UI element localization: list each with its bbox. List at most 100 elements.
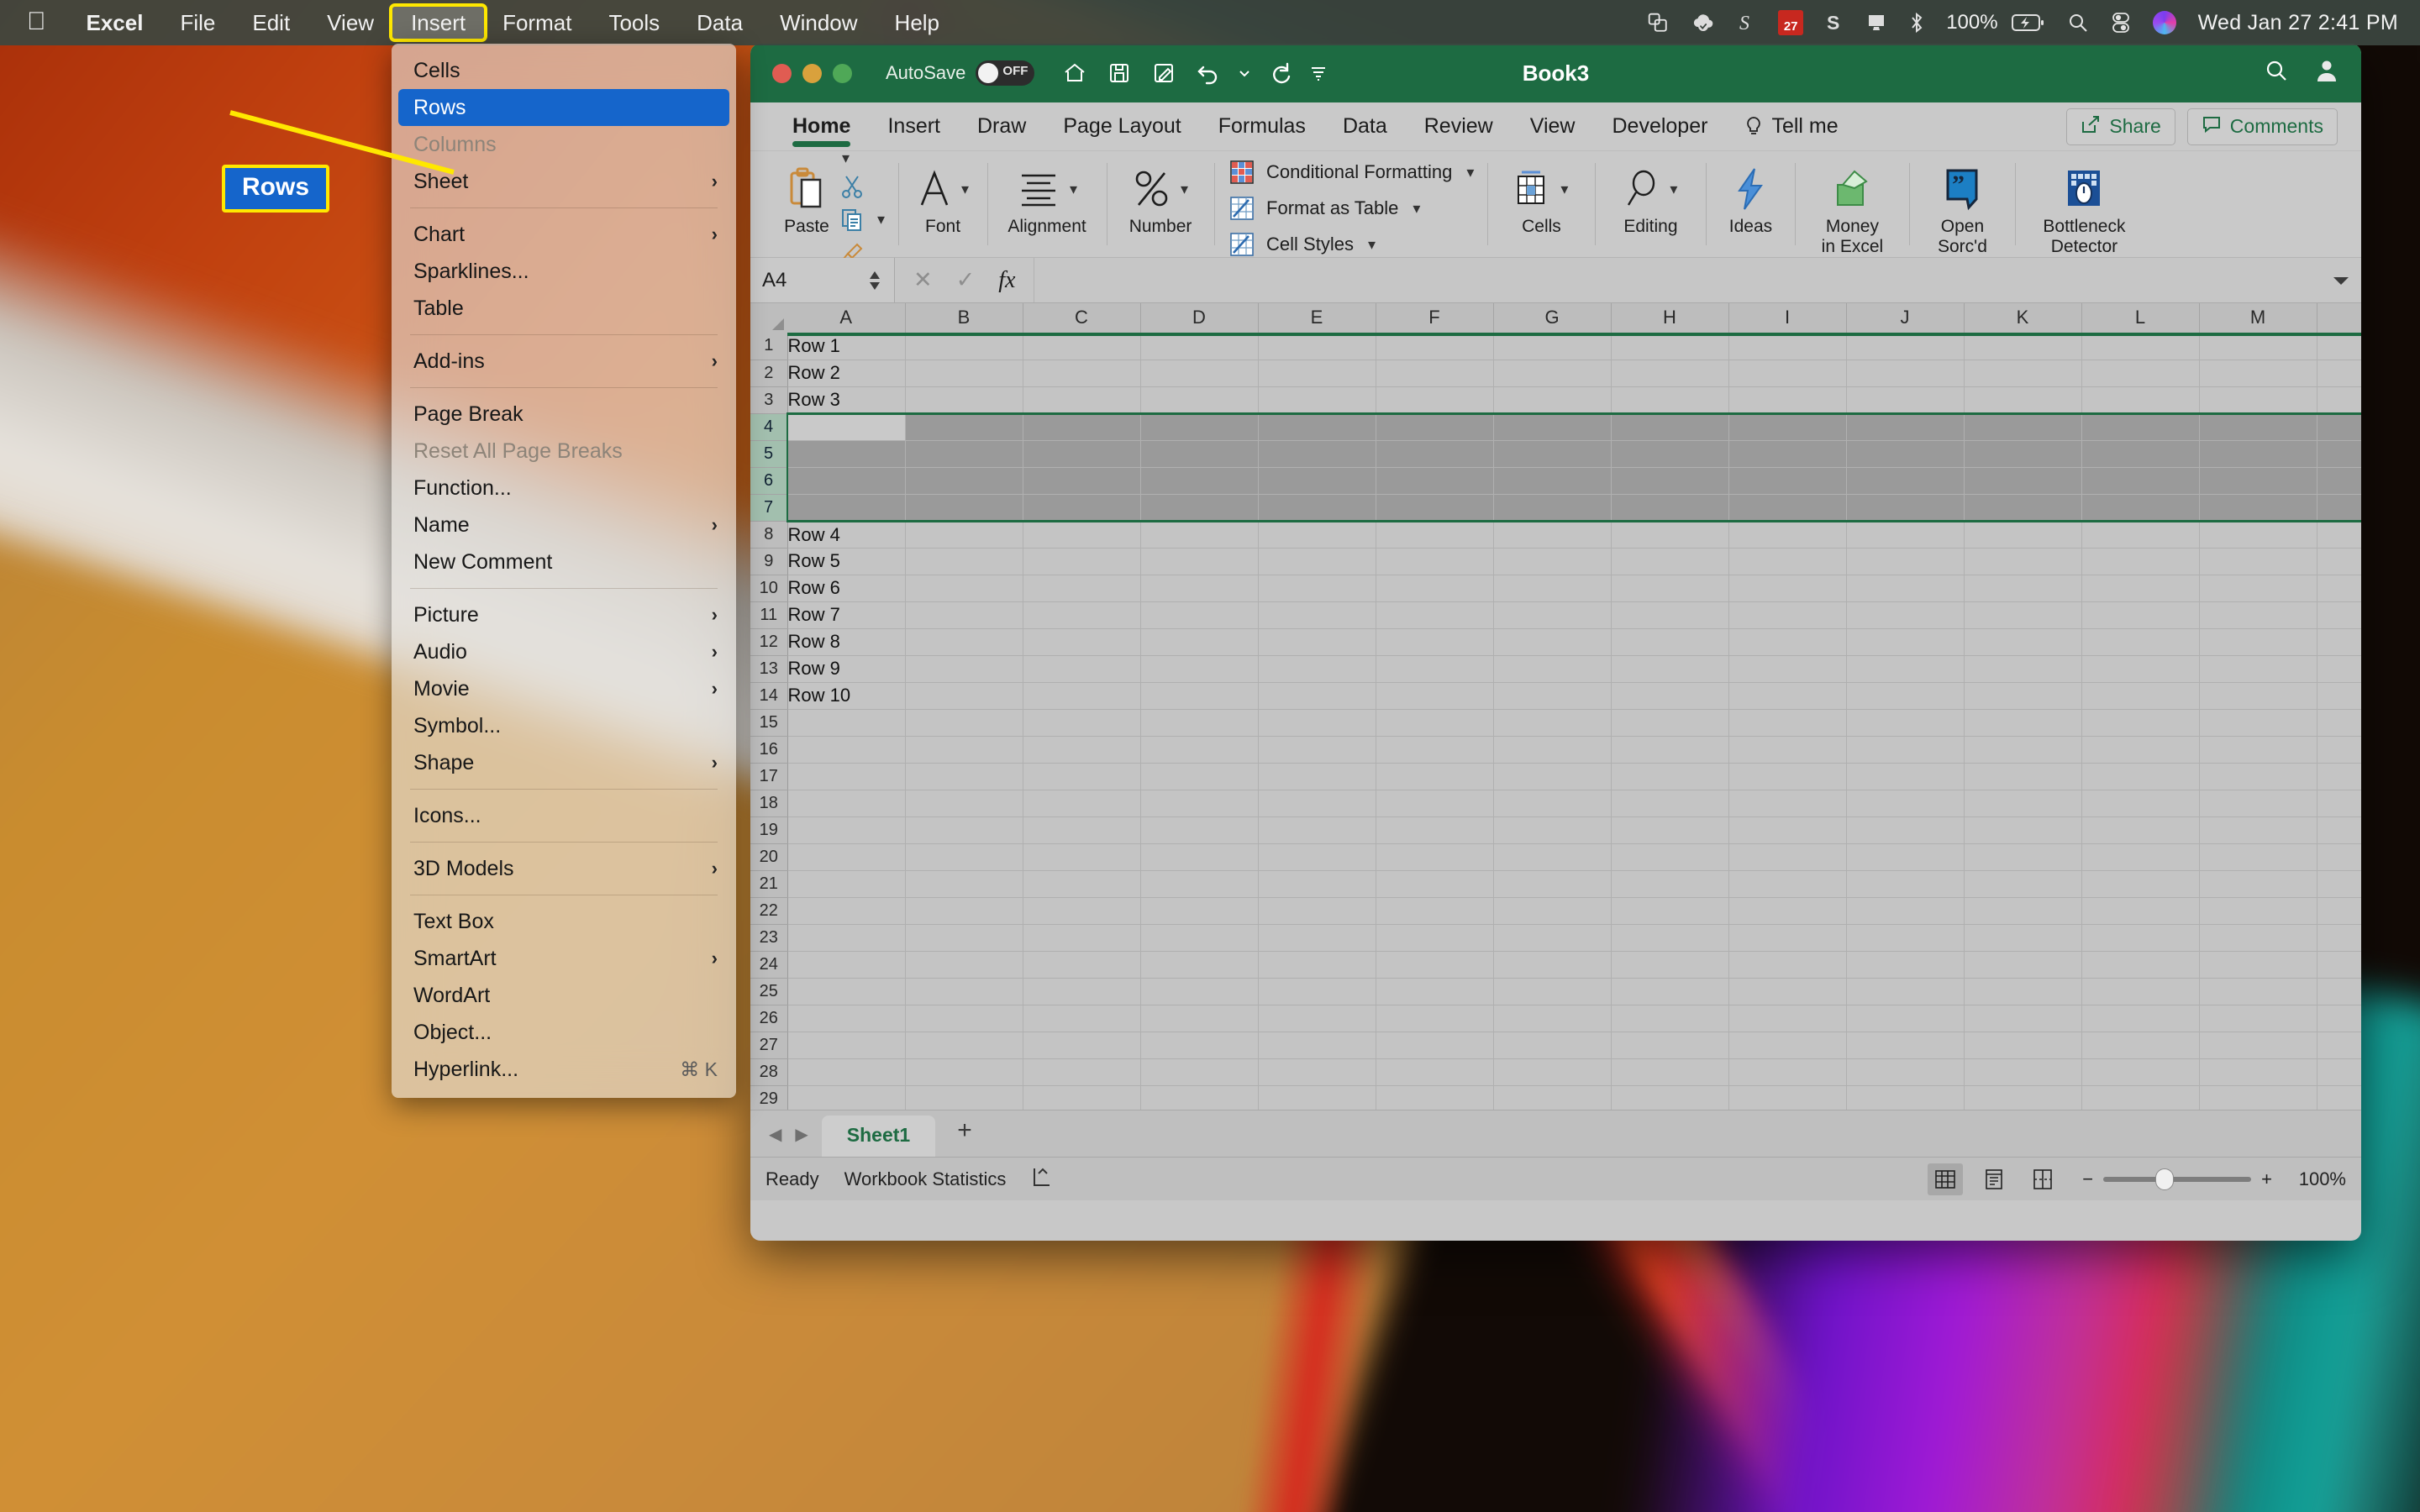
cell-H9[interactable] (1611, 548, 1729, 575)
cell-H2[interactable] (1611, 360, 1729, 387)
cell-D7[interactable] (1140, 494, 1259, 522)
cell-D19[interactable] (1140, 816, 1259, 844)
cell-B23[interactable] (905, 924, 1023, 952)
minimize-window-button[interactable] (802, 63, 822, 83)
cell-M19[interactable] (2199, 816, 2317, 844)
cell-F16[interactable] (1376, 736, 1494, 764)
cell-D24[interactable] (1140, 951, 1259, 979)
cell-J25[interactable] (1846, 978, 1965, 1005)
cell-I21[interactable] (1728, 870, 1847, 898)
cell-A19[interactable] (787, 816, 906, 844)
cell-M6[interactable] (2199, 467, 2317, 495)
siri-orb-icon[interactable] (2152, 7, 2176, 39)
cell-J18[interactable] (1846, 790, 1965, 817)
cell-N25[interactable] (2317, 978, 2361, 1005)
cell-F22[interactable] (1376, 897, 1494, 925)
cell-J1[interactable] (1846, 333, 1965, 360)
cell-F29[interactable] (1376, 1085, 1494, 1110)
cell-L29[interactable] (2081, 1085, 2200, 1110)
cell-I17[interactable] (1728, 763, 1847, 790)
cell-I23[interactable] (1728, 924, 1847, 952)
cell-B19[interactable] (905, 816, 1023, 844)
cell-D27[interactable] (1140, 1032, 1259, 1059)
cell-B7[interactable] (905, 494, 1023, 522)
save-as-icon[interactable] (1149, 58, 1179, 88)
zoom-slider[interactable]: − + (2082, 1168, 2272, 1190)
cell-D13[interactable] (1140, 655, 1259, 683)
cell-F1[interactable] (1376, 333, 1494, 360)
cell-I25[interactable] (1728, 978, 1847, 1005)
setapp-s-icon[interactable]: S (1738, 7, 1756, 39)
cell-K8[interactable] (1964, 521, 2082, 549)
cell-C25[interactable] (1023, 978, 1141, 1005)
cell-A5[interactable] (787, 440, 906, 468)
cell-K18[interactable] (1964, 790, 2082, 817)
cell-H7[interactable] (1611, 494, 1729, 522)
cell-N6[interactable] (2317, 467, 2361, 495)
undo-dropdown-icon[interactable] (1238, 58, 1251, 88)
ideas-button[interactable]: Ideas (1719, 155, 1781, 257)
cell-C14[interactable] (1023, 682, 1141, 710)
cell-N2[interactable] (2317, 360, 2361, 387)
row-header-11[interactable]: 11 (750, 601, 788, 629)
cell-G1[interactable] (1493, 333, 1612, 360)
cell-C9[interactable] (1023, 548, 1141, 575)
menu-item-hyperlink[interactable]: Hyperlink... ⌘ K (392, 1051, 736, 1088)
tab-page-layout[interactable]: Page Layout (1044, 102, 1199, 151)
cell-K12[interactable] (1964, 628, 2082, 656)
cell-C21[interactable] (1023, 870, 1141, 898)
cell-J14[interactable] (1846, 682, 1965, 710)
control-center-icon[interactable] (2111, 7, 2131, 39)
cell-B5[interactable] (905, 440, 1023, 468)
cell-F27[interactable] (1376, 1032, 1494, 1059)
cell-H8[interactable] (1611, 521, 1729, 549)
cell-L22[interactable] (2081, 897, 2200, 925)
row-header-12[interactable]: 12 (750, 628, 788, 656)
cell-D12[interactable] (1140, 628, 1259, 656)
cell-N21[interactable] (2317, 870, 2361, 898)
cell-E10[interactable] (1258, 575, 1376, 602)
row-header-21[interactable]: 21 (750, 870, 788, 898)
row-header-16[interactable]: 16 (750, 736, 788, 764)
cell-L15[interactable] (2081, 709, 2200, 737)
calendar-27-icon[interactable]: 27 (1778, 10, 1804, 35)
cell-D26[interactable] (1140, 1005, 1259, 1032)
cell-D29[interactable] (1140, 1085, 1259, 1110)
cell-A23[interactable] (787, 924, 906, 952)
cell-B24[interactable] (905, 951, 1023, 979)
cell-M10[interactable] (2199, 575, 2317, 602)
cell-B12[interactable] (905, 628, 1023, 656)
cell-J19[interactable] (1846, 816, 1965, 844)
cell-G22[interactable] (1493, 897, 1612, 925)
open-sorcd-button[interactable]: ” Open Sorc'd (1923, 155, 2002, 257)
cell-J10[interactable] (1846, 575, 1965, 602)
cell-H11[interactable] (1611, 601, 1729, 629)
cell-M29[interactable] (2199, 1085, 2317, 1110)
column-header-h[interactable]: H (1611, 303, 1729, 333)
cell-K13[interactable] (1964, 655, 2082, 683)
cell-C2[interactable] (1023, 360, 1141, 387)
cell-N29[interactable] (2317, 1085, 2361, 1110)
row-header-14[interactable]: 14 (750, 682, 788, 710)
cell-D17[interactable] (1140, 763, 1259, 790)
cell-F4[interactable] (1376, 412, 1494, 441)
cell-A8[interactable]: Row 4 (787, 521, 906, 549)
cell-J2[interactable] (1846, 360, 1965, 387)
cell-H10[interactable] (1611, 575, 1729, 602)
menu-bar-clock[interactable]: Wed Jan 27 2:41 PM (2198, 11, 2398, 35)
row-header-24[interactable]: 24 (750, 951, 788, 979)
menu-view[interactable]: View (308, 7, 392, 39)
cell-H29[interactable] (1611, 1085, 1729, 1110)
cell-C29[interactable] (1023, 1085, 1141, 1110)
cell-A21[interactable] (787, 870, 906, 898)
cell-C6[interactable] (1023, 467, 1141, 495)
cell-K28[interactable] (1964, 1058, 2082, 1086)
cell-K5[interactable] (1964, 440, 2082, 468)
cell-C5[interactable] (1023, 440, 1141, 468)
tab-formulas[interactable]: Formulas (1200, 102, 1324, 151)
cell-L24[interactable] (2081, 951, 2200, 979)
cell-F28[interactable] (1376, 1058, 1494, 1086)
cell-E29[interactable] (1258, 1085, 1376, 1110)
cell-K17[interactable] (1964, 763, 2082, 790)
cell-E21[interactable] (1258, 870, 1376, 898)
